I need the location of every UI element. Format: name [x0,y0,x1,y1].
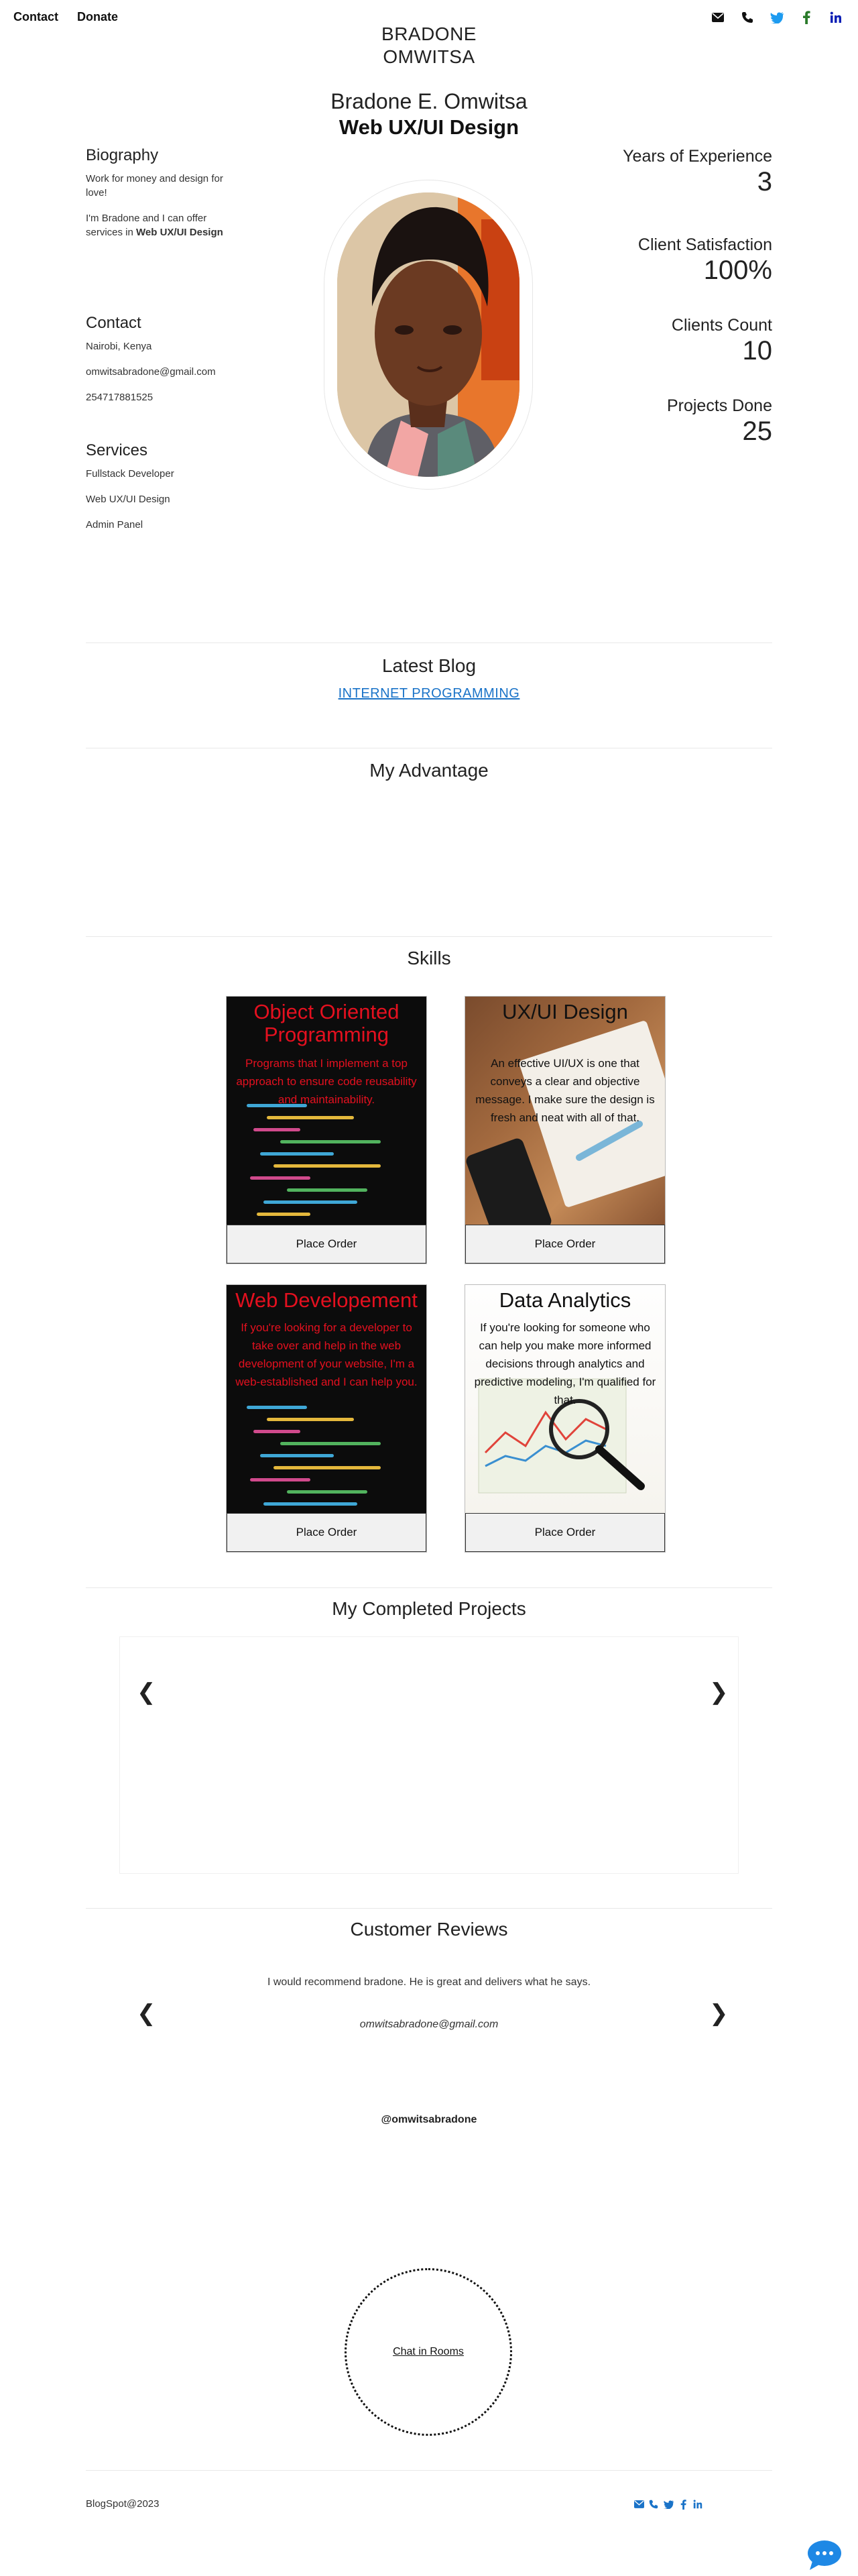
review-author-email: omwitsabradone@gmail.com [359,2019,499,2030]
footer-copyright: BlogSpot@2023 [86,2498,160,2510]
service-item: Web UX/UI Design [86,494,170,505]
section-divider [86,936,772,937]
stat-clients-count: Clients Count 10 [598,315,772,396]
projects-title: My Completed Projects [332,1598,526,1619]
contact-location: Nairobi, Kenya [86,341,152,352]
skill-card-title: UX/UI Design [502,1000,628,1023]
social-handle: @omwitsabradone [381,2114,477,2125]
advantage-title: My Advantage [369,760,489,781]
hero-name: Bradone E. Omwitsa [330,89,528,113]
skill-card-data-analytics: Data Analytics If you're looking for som… [465,1284,666,1553]
stat-value: 10 [742,336,773,366]
brand-logo[interactable]: BRADONE OMWITSA [362,23,496,68]
skill-card-title: Data Analytics [499,1288,631,1312]
footer-social-icons [633,2498,704,2510]
place-order-button[interactable]: Place Order [465,1225,665,1264]
phone-icon[interactable] [648,2498,660,2510]
stat-label: Client Satisfaction [637,235,772,254]
twitter-icon[interactable] [770,10,784,25]
envelope-icon[interactable] [711,10,725,25]
section-divider [86,642,772,643]
biography-line-1: Work for money and design for love! [86,173,223,199]
contact-phone[interactable]: 254717881525 [86,390,227,404]
skill-card-uxui: UX/UI Design An effective UI/UX is one t… [465,996,666,1264]
brand-line-1: BRADONE [381,23,477,44]
chat-rooms-link[interactable]: Chat in Rooms [393,2346,464,2358]
contact-email[interactable]: omwitsabradone@gmail.com [86,365,227,379]
linkedin-icon[interactable] [692,2498,704,2510]
nav-contact-link[interactable]: Contact [13,10,58,24]
footer-divider [86,2470,772,2471]
service-item: Fullstack Developer [86,468,174,480]
biography-highlight: Web UX/UI Design [136,227,223,238]
skill-card-desc: If you're looking for someone who can he… [474,1321,656,1406]
stat-value: 25 [742,416,773,446]
social-icons [711,10,843,25]
profile-photo [337,192,519,477]
services-section: Services Fullstack Developer Web UX/UI D… [86,441,227,532]
projects-carousel [119,1636,739,1874]
skill-card-desc: An effective UI/UX is one that conveys a… [475,1057,655,1124]
top-nav: Contact Donate [13,10,118,24]
facebook-icon[interactable] [799,10,814,25]
section-divider [86,1908,772,1909]
biography-title: Biography [86,146,159,164]
reviews-next-button[interactable]: ❯ [709,2000,729,2027]
skill-card-title: Object Oriented Programming [253,1000,400,1046]
stat-value: 100% [703,256,772,285]
stat-client-satisfaction: Client Satisfaction 100% [598,235,772,315]
facebook-icon[interactable] [677,2498,689,2510]
brand-line-2: OMWITSA [383,46,475,67]
reviews-prev-button[interactable]: ❮ [137,2000,156,2027]
latest-blog-title: Latest Blog [381,655,477,676]
skill-card-desc: Programs that I implement a top approach… [236,1057,417,1106]
contact-section: Contact Nairobi, Kenya omwitsabradone@gm… [86,314,227,441]
linkedin-icon[interactable] [829,10,843,25]
biography-section: Biography Work for money and design for … [86,146,227,290]
projects-prev-button[interactable]: ❮ [137,1679,156,1705]
stat-years-experience: Years of Experience 3 [598,146,772,235]
section-divider [86,1587,772,1588]
stat-projects-done: Projects Done 25 [598,396,772,476]
biography-line-2: I'm Bradone and I can offer services in … [86,211,227,239]
nav-donate-link[interactable]: Donate [77,10,118,24]
skill-card-title: Web Developement [235,1288,418,1312]
envelope-icon[interactable] [633,2498,645,2510]
contact-title: Contact [86,314,141,332]
stats-column: Years of Experience 3 Client Satisfactio… [598,146,772,476]
projects-next-button[interactable]: ❯ [709,1679,729,1705]
stat-label: Projects Done [666,396,772,415]
chat-bubble-icon[interactable] [807,2540,842,2571]
skill-card-oop: Object Oriented Programming Programs tha… [226,996,427,1264]
profile-left-column: Biography Work for money and design for … [86,146,227,556]
stat-label: Years of Experience [623,147,772,166]
stat-label: Clients Count [671,316,772,335]
place-order-button[interactable]: Place Order [465,1513,665,1552]
hero-role: Web UX/UI Design [339,115,519,139]
place-order-button[interactable]: Place Order [227,1513,426,1552]
phone-icon[interactable] [740,10,755,25]
skills-title: Skills [407,948,451,968]
stat-value: 3 [757,167,772,197]
twitter-icon[interactable] [662,2498,674,2510]
skill-card-web-development: Web Developement If you're looking for a… [226,1284,427,1553]
blog-post-link[interactable]: INTERNET PROGRAMMING [0,686,858,702]
service-item: Admin Panel [86,519,143,530]
chat-rooms-circle: Chat in Rooms [345,2268,512,2436]
review-text: I would recommend bradone. He is great a… [267,1976,591,1988]
place-order-button[interactable]: Place Order [227,1225,426,1264]
reviews-title: Customer Reviews [350,1919,508,1940]
services-title: Services [86,441,148,459]
skill-card-desc: If you're looking for a developer to tak… [235,1321,418,1388]
